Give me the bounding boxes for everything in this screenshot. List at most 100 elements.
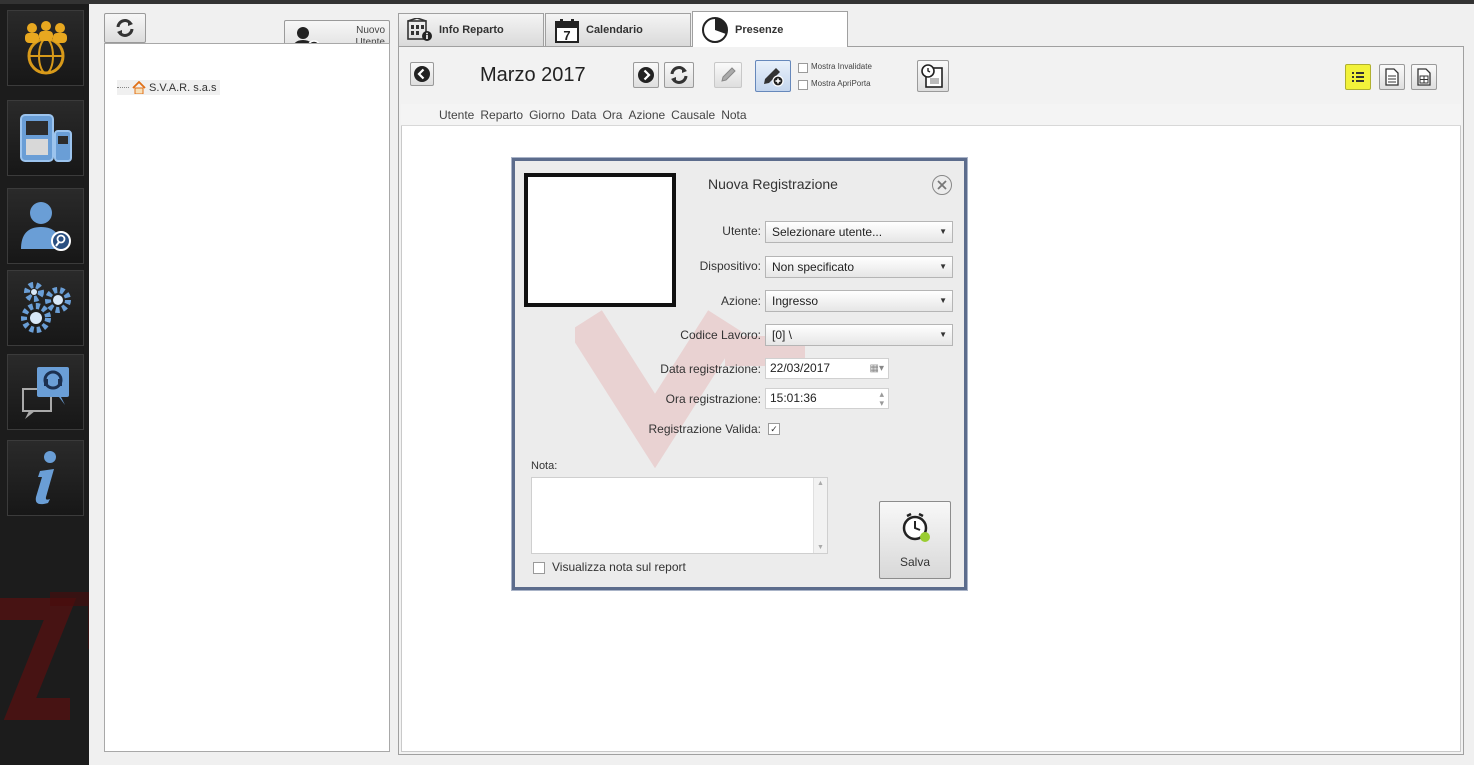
- building-info-icon: [407, 18, 432, 41]
- visualizza-nota-checkbox[interactable]: [533, 562, 545, 574]
- dispositivo-select[interactable]: Non specificato ▼: [765, 256, 953, 278]
- user-photo: [524, 173, 676, 307]
- dispositivo-select-value: Non specificato: [772, 260, 855, 274]
- clock-add-icon: [902, 512, 930, 542]
- support-chat-icon: [21, 367, 69, 419]
- new-registration-dialog: Nuova Registrazione Utente: Selezionare …: [512, 158, 967, 590]
- registrazione-valida-checkbox[interactable]: ✓: [768, 423, 780, 435]
- dispositivo-label: Dispositivo:: [699, 259, 761, 273]
- tree-root-label: S.V.A.R. s.a.s: [149, 81, 217, 94]
- grid-header: Utente Reparto Giorno Data Ora Azione Ca…: [401, 104, 1461, 126]
- calendar-icon: 7: [555, 18, 579, 43]
- new-registration-button[interactable]: [755, 60, 791, 92]
- home-icon: [132, 81, 146, 94]
- tree-root-item[interactable]: S.V.A.R. s.a.s: [117, 80, 221, 95]
- tree-connector: [117, 87, 129, 88]
- utente-select[interactable]: Selezionare utente... ▼: [765, 221, 953, 243]
- codice-lavoro-select[interactable]: [0] \ ▼: [765, 324, 953, 346]
- scroll-up-icon[interactable]: ▲: [817, 480, 824, 487]
- nota-scrollbar[interactable]: ▲ ▼: [813, 478, 827, 553]
- chevron-down-icon: ▼: [939, 262, 947, 271]
- azione-select-value: Ingresso: [772, 294, 819, 308]
- pencil-icon: [721, 67, 736, 82]
- left-sidebar: [0, 0, 89, 765]
- data-registrazione-value: 22/03/2017: [770, 361, 831, 375]
- list-view-icon: [1352, 72, 1364, 82]
- info-button[interactable]: [7, 440, 84, 516]
- document-icon: [1385, 68, 1399, 86]
- tab-calendario[interactable]: 7 Calendario: [545, 13, 691, 46]
- column-header-azione[interactable]: Azione: [628, 108, 665, 122]
- column-header-nota[interactable]: Nota: [721, 108, 746, 122]
- new-user-label-1: Nuovo: [356, 25, 385, 36]
- codice-lavoro-select-value: [0] \: [772, 328, 793, 342]
- column-header-reparto[interactable]: Reparto: [480, 108, 523, 122]
- calendar-dropdown-icon[interactable]: ▦▾: [870, 359, 884, 378]
- chevron-down-icon: ▼: [939, 330, 947, 339]
- tab-label: Info Reparto: [439, 24, 504, 36]
- chevron-down-icon: ▼: [939, 227, 947, 236]
- calendar-day: 7: [563, 28, 570, 43]
- nota-textarea[interactable]: ▲ ▼: [531, 477, 828, 554]
- next-month-button[interactable]: [633, 62, 659, 88]
- clock-pie-icon: [702, 16, 728, 43]
- show-invalid-checkbox[interactable]: [798, 63, 808, 73]
- time-spinner-icon[interactable]: ▴ ▾: [879, 389, 884, 408]
- current-month-label: Marzo 2017: [480, 64, 586, 86]
- column-header-ora[interactable]: Ora: [602, 108, 622, 122]
- column-header-causale[interactable]: Causale: [671, 108, 715, 122]
- devices-button[interactable]: [7, 100, 84, 176]
- utente-label: Utente:: [722, 224, 761, 238]
- tab-presenze[interactable]: Presenze: [692, 11, 848, 47]
- prev-month-button[interactable]: [410, 62, 434, 86]
- close-button[interactable]: [932, 175, 952, 195]
- users-network-icon: [24, 21, 67, 75]
- users-network-button[interactable]: [7, 10, 84, 86]
- tab-label: Presenze: [735, 23, 784, 36]
- scroll-down-icon[interactable]: ▼: [817, 544, 824, 551]
- codice-lavoro-label: Codice Lavoro:: [680, 328, 761, 342]
- column-header-data[interactable]: Data: [571, 108, 596, 122]
- column-header-giorno[interactable]: Giorno: [529, 108, 565, 122]
- save-button[interactable]: Salva: [879, 501, 951, 579]
- top-strip: [89, 0, 1474, 4]
- user-search-icon: [20, 202, 71, 251]
- ora-registrazione-field[interactable]: 15:01:36 ▴ ▾: [765, 388, 889, 409]
- settings-button[interactable]: [7, 270, 84, 346]
- gears-icon: [20, 282, 71, 333]
- table-view-button[interactable]: [1411, 64, 1437, 90]
- chevron-down-icon: ▼: [939, 296, 947, 305]
- ora-registrazione-value: 15:01:36: [770, 391, 817, 405]
- export-report-button[interactable]: [917, 60, 949, 92]
- edit-button[interactable]: [714, 62, 742, 88]
- utente-select-value: Selezionare utente...: [772, 225, 883, 239]
- refresh-button[interactable]: [664, 62, 694, 88]
- registrazione-valida-label: Registrazione Valida:: [648, 422, 761, 436]
- dialog-title: Nuova Registrazione: [708, 176, 838, 192]
- azione-select[interactable]: Ingresso ▼: [765, 290, 953, 312]
- save-label: Salva: [899, 555, 931, 569]
- info-icon: [35, 451, 56, 505]
- refresh-tree-button[interactable]: [104, 13, 146, 43]
- refresh-icon: [116, 19, 134, 37]
- pencil-add-icon: [764, 68, 784, 87]
- close-icon: [937, 180, 947, 190]
- tab-info-reparto[interactable]: Info Reparto: [398, 13, 544, 46]
- show-invalid-label: Mostra Invalidate: [811, 62, 872, 71]
- column-header-utente[interactable]: Utente: [439, 108, 474, 122]
- nota-label: Nota:: [531, 460, 558, 472]
- table-document-icon: [1417, 68, 1431, 86]
- visualizza-nota-label: Visualizza nota sul report: [552, 560, 686, 574]
- tree-panel: S.V.A.R. s.a.s: [104, 43, 390, 752]
- support-chat-button[interactable]: [7, 354, 84, 430]
- arrow-left-circle-icon: [414, 66, 430, 82]
- data-registrazione-picker[interactable]: 22/03/2017 ▦▾: [765, 358, 889, 379]
- document-view-button[interactable]: [1379, 64, 1405, 90]
- data-registrazione-label: Data registrazione:: [660, 362, 761, 376]
- terminal-device-icon: [19, 114, 72, 162]
- brand-watermark: [0, 589, 89, 765]
- list-view-button[interactable]: [1345, 64, 1371, 90]
- show-apriporta-checkbox[interactable]: [798, 80, 808, 90]
- ora-registrazione-label: Ora registrazione:: [665, 392, 761, 406]
- user-search-button[interactable]: [7, 188, 84, 264]
